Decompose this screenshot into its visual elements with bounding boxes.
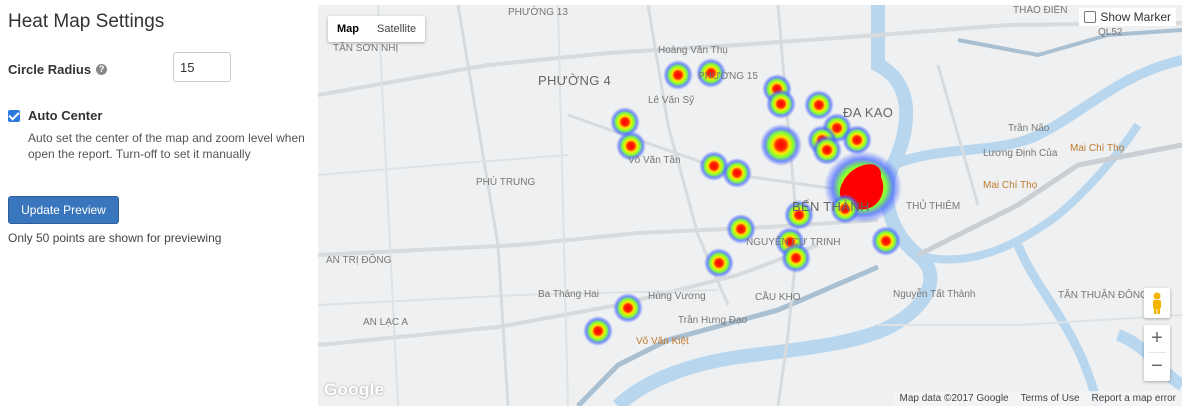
zoom-out-button[interactable]: − <box>1144 353 1170 380</box>
label-phuong13: PHƯỜNG 13 <box>508 7 568 18</box>
auto-center-checkbox[interactable] <box>8 109 20 122</box>
label-ql52: QL52 <box>1098 27 1123 38</box>
map-type-satellite-button[interactable]: Satellite <box>368 16 425 42</box>
label-vovankiet: Võ Văn Kiệt <box>636 336 689 347</box>
heat-point-13 <box>722 158 752 188</box>
heat-point-23 <box>583 316 613 346</box>
label-trannao: Trần Não <box>1008 123 1050 134</box>
map-type-control: Map Satellite <box>328 16 426 42</box>
pegman-street-view-icon[interactable] <box>1144 288 1170 318</box>
report-error-link[interactable]: Report a map error <box>1086 391 1182 406</box>
heat-point-0 <box>663 60 693 90</box>
settings-panel: Heat Map Settings Circle Radius ? Auto C… <box>0 0 318 411</box>
circle-radius-input[interactable] <box>173 52 231 82</box>
auto-center-description: Auto set the center of the map and zoom … <box>28 131 305 161</box>
show-marker-checkbox[interactable] <box>1084 11 1097 23</box>
label-levansy: Lê Văn Sỹ <box>648 95 695 106</box>
label-batanghai: Ba Tháng Hai <box>538 289 599 300</box>
zoom-control: + − <box>1144 325 1170 381</box>
label-hoangvanthu: Hoàng Văn Thụ <box>658 45 728 56</box>
label-caukho: CẦU KHO <box>755 292 801 303</box>
label-benthanh: BẾN THÀNH <box>792 199 870 214</box>
heat-point-11 <box>760 124 802 166</box>
circle-radius-label: Circle Radius ? <box>8 62 108 77</box>
label-tranhungdao: Trần Hưng Đạo <box>678 315 748 326</box>
label-anlaca: AN LẠC A <box>363 317 409 328</box>
label-tansonnhi: TÂN SƠN NHỊ <box>333 43 399 54</box>
label-maichitho-1: Mai Chí Thọ <box>1070 143 1125 154</box>
label-nguyencutrinh: NGUYỄN CƯ TRINH <box>746 237 841 248</box>
page-title: Heat Map Settings <box>8 11 165 32</box>
label-phuong4: PHƯỜNG 4 <box>538 73 612 88</box>
show-marker-label: Show Marker <box>1100 10 1171 24</box>
heat-map[interactable]: PHƯỜNG 13 TÂN SƠN NHỊ PHƯỜNG 4 PHƯỜNG 15… <box>318 5 1182 406</box>
google-logo: Google <box>324 380 385 399</box>
label-antrphu: AN TRỊ ĐÔNG <box>326 255 392 266</box>
auto-center-row[interactable]: Auto Center <box>8 108 102 123</box>
label-hungvuong: Hùng Vương <box>648 291 706 302</box>
preview-note: Only 50 points are shown for previewing <box>8 231 222 245</box>
heat-point-21 <box>871 226 901 256</box>
map-data-text: Map data ©2017 Google <box>899 393 1009 404</box>
heat-point-22 <box>613 293 643 323</box>
label-luongdinhcua: Lương Định Của <box>983 148 1058 159</box>
label-phutrung: PHÚ TRUNG <box>476 177 536 188</box>
terms-link[interactable]: Terms of Use <box>1015 391 1086 406</box>
map-type-map-button[interactable]: Map <box>328 16 368 42</box>
label-thaodien: THẢO ĐIỀN <box>1013 5 1068 16</box>
map-attribution: Map data ©2017 Google Terms of Use Repor… <box>893 391 1182 406</box>
heat-point-10 <box>842 125 872 155</box>
label-maichitho-2: Mai Chí Thọ <box>983 180 1038 191</box>
zoom-in-button[interactable]: + <box>1144 325 1170 352</box>
help-icon[interactable]: ? <box>96 64 108 75</box>
heat-point-5 <box>766 89 796 119</box>
update-preview-button[interactable]: Update Preview <box>8 196 119 224</box>
show-marker-control[interactable]: Show Marker <box>1079 8 1176 26</box>
label-phuong15: PHƯỜNG 15 <box>698 71 758 82</box>
auto-center-label: Auto Center <box>28 108 103 123</box>
pegman-figure-icon <box>1153 292 1161 314</box>
heat-point-20 <box>704 248 734 278</box>
label-dakao: ĐA KAO <box>843 105 894 120</box>
label-vovantan: Võ Văn Tần <box>628 155 681 166</box>
label-thuthiem: THỦ THIÊM <box>906 201 961 212</box>
label-nguyentatthanh: Nguyễn Tất Thành <box>893 289 976 300</box>
label-tanthuandong: TÂN THUẬN ĐÔNG <box>1058 290 1148 301</box>
map-base <box>318 5 1182 406</box>
